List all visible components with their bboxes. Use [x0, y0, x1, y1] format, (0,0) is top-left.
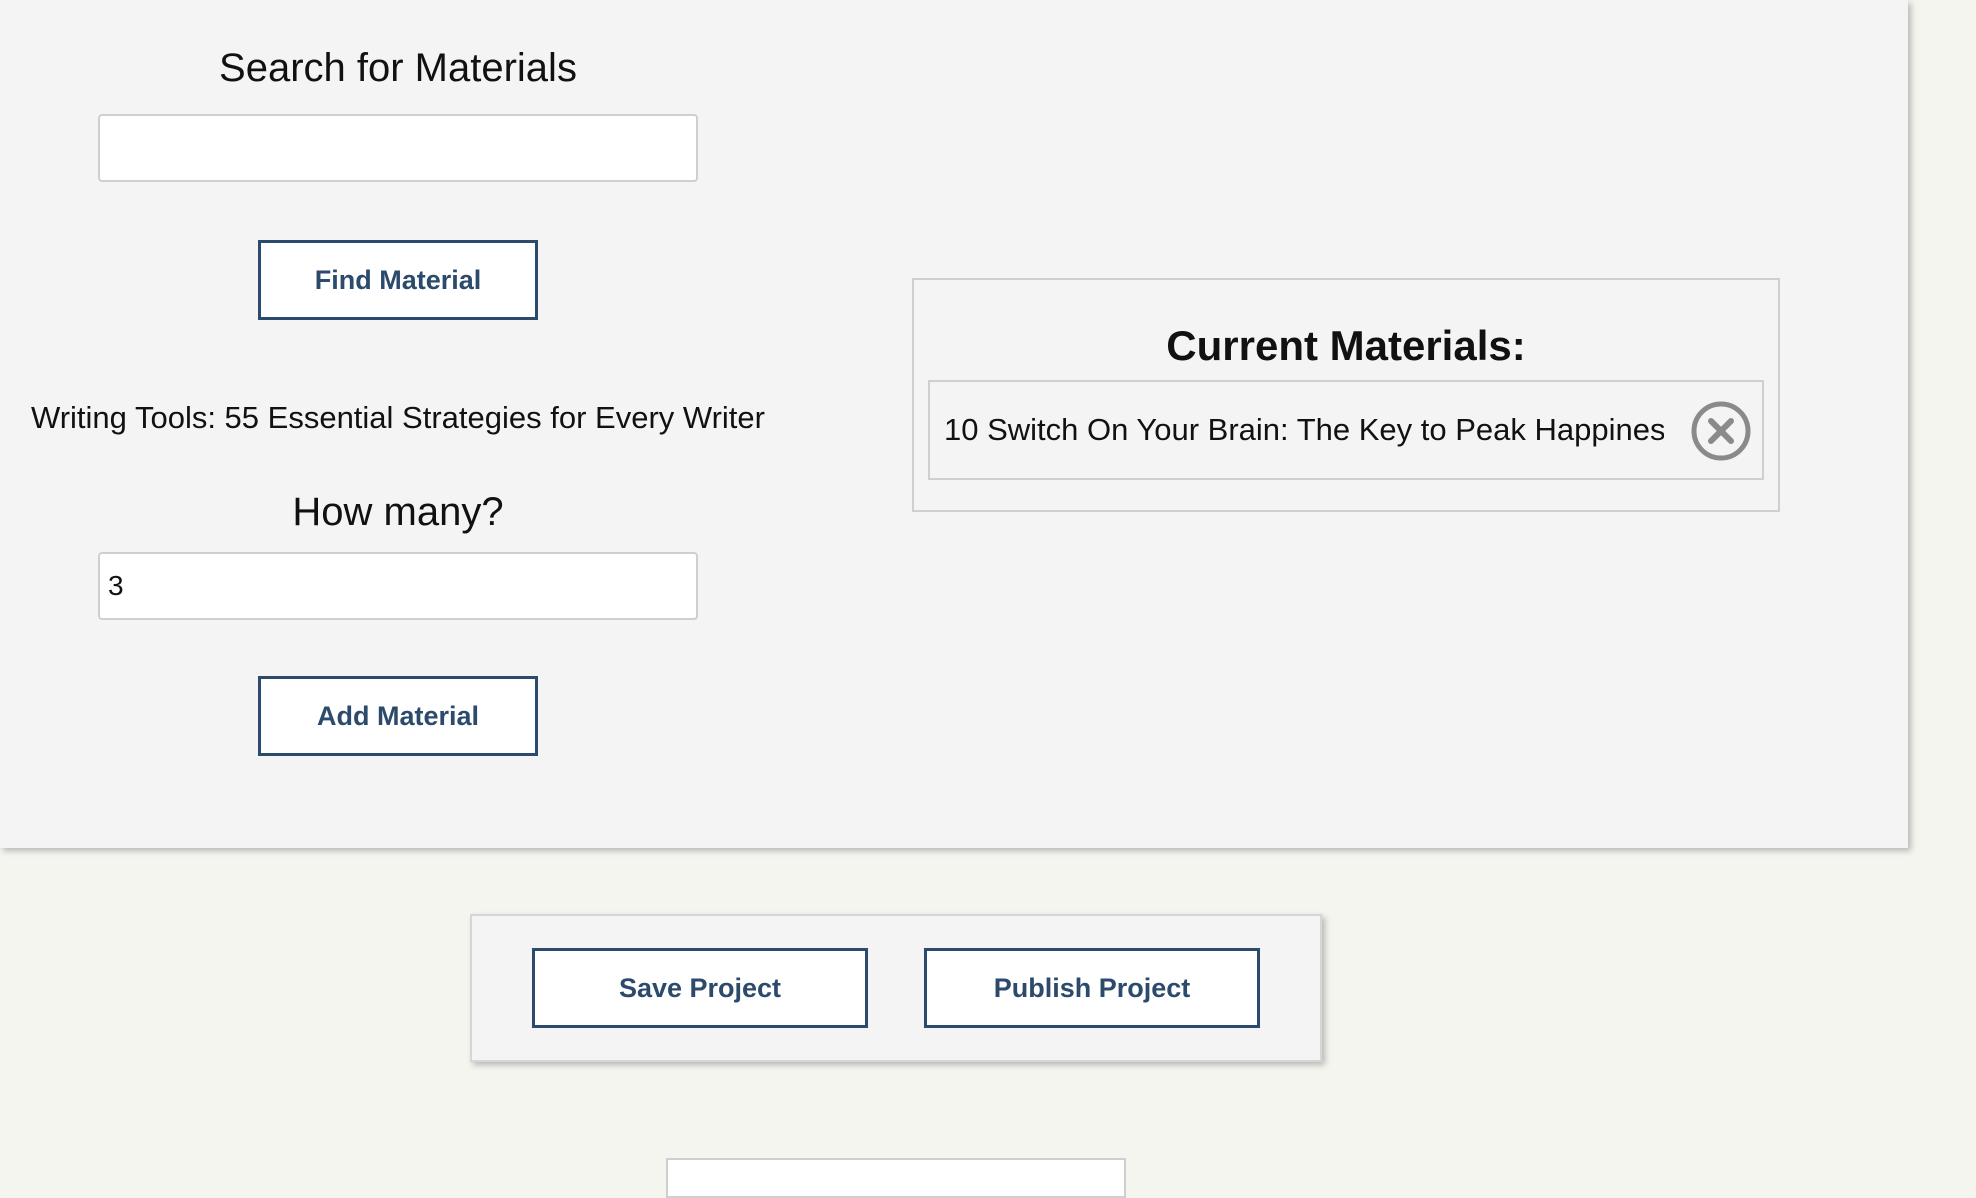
material-item-label: 10 Switch On Your Brain: The Key to Peak…: [944, 412, 1664, 447]
quantity-label: How many?: [292, 490, 504, 534]
close-circle-icon[interactable]: [1690, 400, 1752, 462]
material-item: 10 Switch On Your Brain: The Key to Peak…: [928, 380, 1764, 480]
add-material-button[interactable]: Add Material: [258, 676, 538, 756]
search-result-title: Writing Tools: 55 Essential Strategies f…: [31, 400, 765, 435]
search-heading: Search for Materials: [219, 46, 577, 90]
project-actions-panel: Save Project Publish Project: [470, 914, 1322, 1062]
current-materials-heading: Current Materials:: [1166, 322, 1526, 369]
search-input[interactable]: [98, 114, 698, 182]
publish-project-button[interactable]: Publish Project: [924, 948, 1260, 1028]
materials-panel: Search for Materials Find Material Writi…: [0, 0, 1908, 848]
current-materials-box: Current Materials: 10 Switch On Your Bra…: [912, 278, 1780, 512]
bottom-panel: [666, 1158, 1126, 1198]
save-project-button[interactable]: Save Project: [532, 948, 868, 1028]
find-material-button[interactable]: Find Material: [258, 240, 538, 320]
quantity-input[interactable]: [98, 552, 698, 620]
